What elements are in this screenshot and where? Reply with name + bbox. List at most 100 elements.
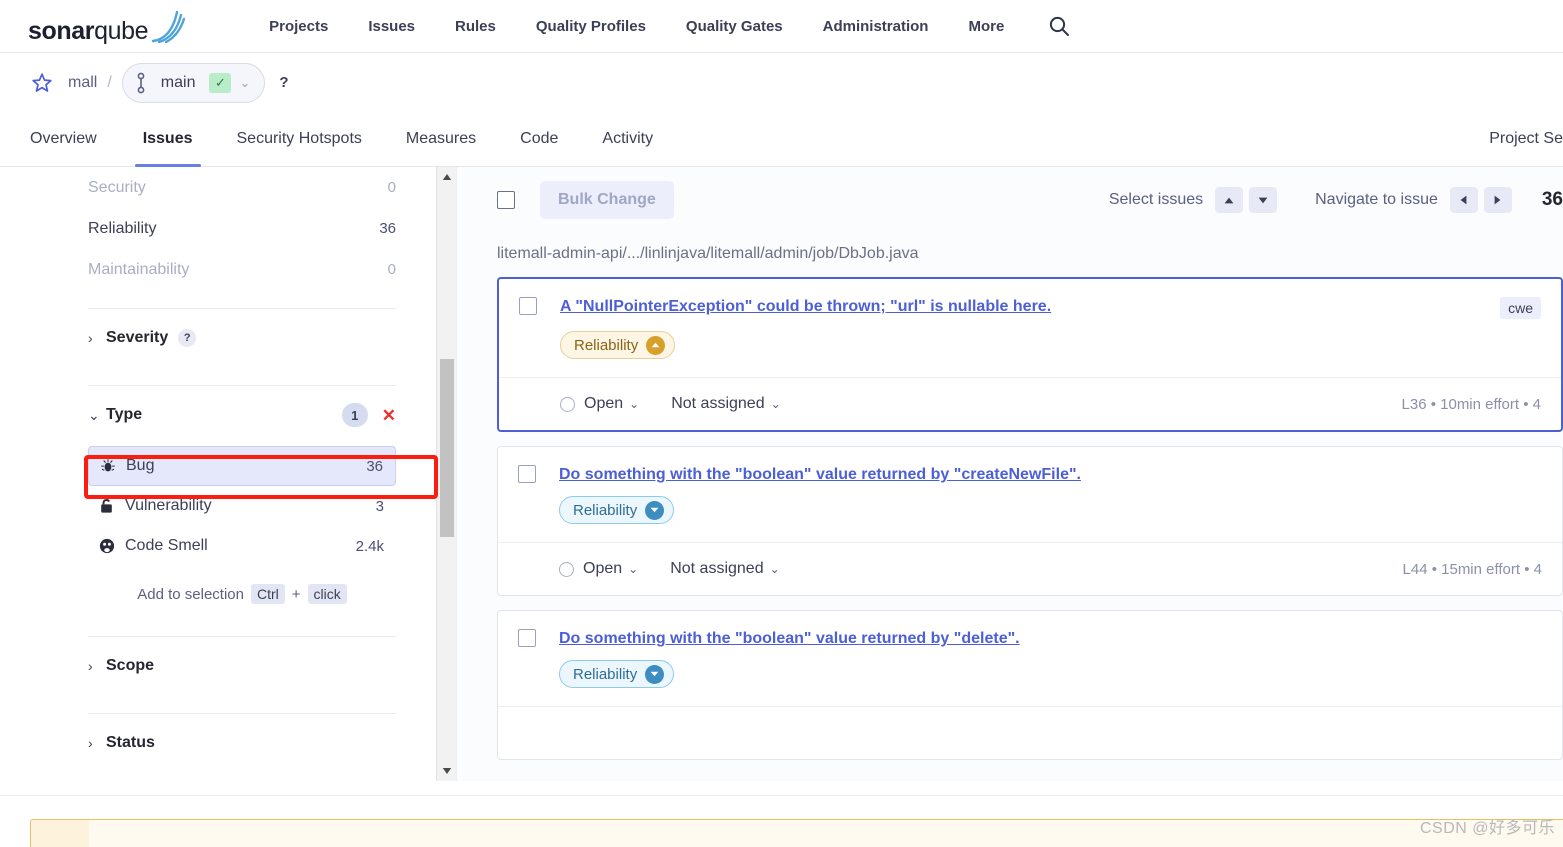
nav-item-projects[interactable]: Projects <box>249 12 348 41</box>
issue-status-dropdown[interactable]: Open ⌄ <box>584 395 639 413</box>
nav-item-issues[interactable]: Issues <box>348 12 435 41</box>
type-option-vulnerability-label: Vulnerability <box>125 497 212 514</box>
type-option-bug-count: 36 <box>366 457 383 475</box>
facet-section-status[interactable]: › Status <box>88 714 396 772</box>
star-icon[interactable] <box>30 71 54 95</box>
chevron-down-icon: ⌄ <box>770 397 781 411</box>
facet-section-severity[interactable]: › Severity ? <box>88 309 396 367</box>
type-option-bug[interactable]: Bug 36 <box>88 446 396 486</box>
issue-card-header: A "NullPointerException" could be thrown… <box>499 279 1561 319</box>
tab-overview[interactable]: Overview <box>30 112 121 166</box>
issue-card[interactable]: A "NullPointerException" could be thrown… <box>497 277 1563 432</box>
branch-selector[interactable]: main ✓ ⌄ <box>121 62 266 103</box>
issue-tag[interactable]: cwe <box>1500 297 1541 319</box>
select-next-issue-button[interactable] <box>1249 187 1278 213</box>
type-option-code-smell-label: Code Smell <box>125 537 208 554</box>
type-option-code-smell-count: 2.4k <box>355 537 384 555</box>
notification-banner[interactable] <box>30 819 1563 847</box>
facet-maintainability[interactable]: Maintainability 0 <box>88 249 396 290</box>
bottom-notification-area <box>0 795 1563 847</box>
issue-checkbox[interactable] <box>518 465 536 483</box>
nav-item-more[interactable]: More <box>948 12 1024 41</box>
issue-status-icon <box>559 561 574 577</box>
issue-severity-chip[interactable]: Reliability <box>559 496 675 525</box>
issue-title-link[interactable]: Do something with the "boolean" value re… <box>559 465 1081 484</box>
kbd-ctrl: Ctrl <box>250 584 285 604</box>
facet-security-count: 0 <box>387 179 396 196</box>
tab-measures[interactable]: Measures <box>384 112 498 166</box>
nav-item-quality-profiles[interactable]: Quality Profiles <box>516 12 666 41</box>
issue-title-link[interactable]: Do something with the "boolean" value re… <box>559 629 1020 648</box>
chevron-down-icon: ⌄ <box>628 562 639 577</box>
notification-icon-stripe <box>31 820 89 847</box>
total-issues-count: 36 <box>1541 189 1563 210</box>
branch-icon <box>135 72 147 94</box>
select-all-checkbox[interactable] <box>497 191 515 209</box>
facet-security[interactable]: Security 0 <box>88 167 396 208</box>
code-smell-icon <box>98 538 115 555</box>
issue-severity-chip[interactable]: Reliability <box>559 660 675 689</box>
nav-item-quality-gates[interactable]: Quality Gates <box>666 12 803 41</box>
issue-card[interactable]: Do something with the "boolean" value re… <box>497 610 1563 761</box>
tab-code[interactable]: Code <box>498 112 580 166</box>
breadcrumb: mall / main ✓ ⌄ ? <box>0 53 1563 112</box>
primary-nav-items: Projects Issues Rules Quality Profiles Q… <box>249 12 1070 41</box>
issue-badges: Reliability <box>498 648 1562 689</box>
add-to-selection-text: Add to selection <box>137 585 244 603</box>
project-settings-menu[interactable]: Project Se <box>1489 112 1563 166</box>
tab-issues[interactable]: Issues <box>121 112 215 167</box>
navigate-to-issue-label: Navigate to issue <box>1315 191 1438 208</box>
nav-item-rules[interactable]: Rules <box>435 12 516 41</box>
scroll-down-arrow-icon[interactable] <box>437 761 456 781</box>
issue-card[interactable]: Do something with the "boolean" value re… <box>497 446 1563 597</box>
sidebar-scrollbar-thumb[interactable] <box>440 359 454 537</box>
issues-toolbar: Bulk Change Select issues Navigate to is… <box>473 167 1563 233</box>
facet-maintainability-label: Maintainability <box>88 260 190 278</box>
issue-meta-info: L44 • 15min effort • 4 <box>1402 560 1542 578</box>
type-option-vulnerability[interactable]: Vulnerability 3 <box>88 486 396 526</box>
issue-status-label: Open <box>583 560 623 578</box>
chevron-down-icon: ⌄ <box>769 562 780 577</box>
bulk-change-button[interactable]: Bulk Change <box>540 181 674 219</box>
issue-severity-label: Reliability <box>573 665 638 683</box>
tab-activity[interactable]: Activity <box>580 112 675 166</box>
sonarqube-logo[interactable]: sonarqube <box>28 9 186 44</box>
severity-help-icon[interactable]: ? <box>178 329 197 347</box>
issue-severity-chip[interactable]: Reliability <box>560 331 676 359</box>
select-previous-issue-button[interactable] <box>1215 187 1244 213</box>
tab-security-hotspots[interactable]: Security Hotspots <box>215 112 384 166</box>
type-selected-count: 1 <box>341 403 368 427</box>
nav-item-administration[interactable]: Administration <box>803 12 949 41</box>
breadcrumb-project-link[interactable]: mall <box>68 74 97 92</box>
facet-type-controls: 1 ✕ <box>341 403 396 427</box>
navigate-previous-button[interactable] <box>1449 187 1478 213</box>
issue-card-header: Do something with the "boolean" value re… <box>498 447 1562 484</box>
clear-type-filter-icon[interactable]: ✕ <box>382 407 396 424</box>
issue-status-dropdown[interactable]: Open ⌄ <box>583 560 638 578</box>
issue-assignee-label: Not assigned <box>670 560 764 578</box>
issue-checkbox[interactable] <box>518 629 536 648</box>
issue-checkbox[interactable] <box>519 297 537 315</box>
logo-arcs-icon <box>149 9 186 43</box>
facet-reliability[interactable]: Reliability 36 <box>88 208 396 249</box>
issue-badges: Reliability <box>499 319 1561 359</box>
type-option-code-smell[interactable]: Code Smell 2.4k <box>88 526 396 566</box>
sidebar-scrollbar[interactable] <box>436 167 456 781</box>
issue-file-path[interactable]: litemall-admin-api/.../linlinjava/litema… <box>473 233 1563 277</box>
scroll-up-arrow-icon[interactable] <box>437 167 456 187</box>
facet-scope-title: Scope <box>106 657 155 674</box>
facet-section-scope[interactable]: › Scope <box>88 637 396 695</box>
navigate-next-button[interactable] <box>1483 187 1512 213</box>
branch-help-icon[interactable]: ? <box>279 74 288 91</box>
issue-assignee-dropdown[interactable]: Not assigned ⌄ <box>670 560 779 578</box>
chevron-down-icon: ⌄ <box>88 406 100 423</box>
facet-maintainability-count: 0 <box>387 261 396 278</box>
issues-list-panel: Bulk Change Select issues Navigate to is… <box>457 167 1563 781</box>
issue-title-link[interactable]: A "NullPointerException" could be thrown… <box>560 297 1051 316</box>
facet-section-type[interactable]: ⌄ Type 1 ✕ <box>88 386 396 444</box>
facet-security-label: Security <box>88 178 146 196</box>
issue-badges: Reliability <box>498 484 1562 525</box>
issue-assignee-dropdown[interactable]: Not assigned ⌄ <box>671 395 780 413</box>
issue-status-icon <box>560 396 575 412</box>
search-icon[interactable] <box>1048 15 1070 37</box>
